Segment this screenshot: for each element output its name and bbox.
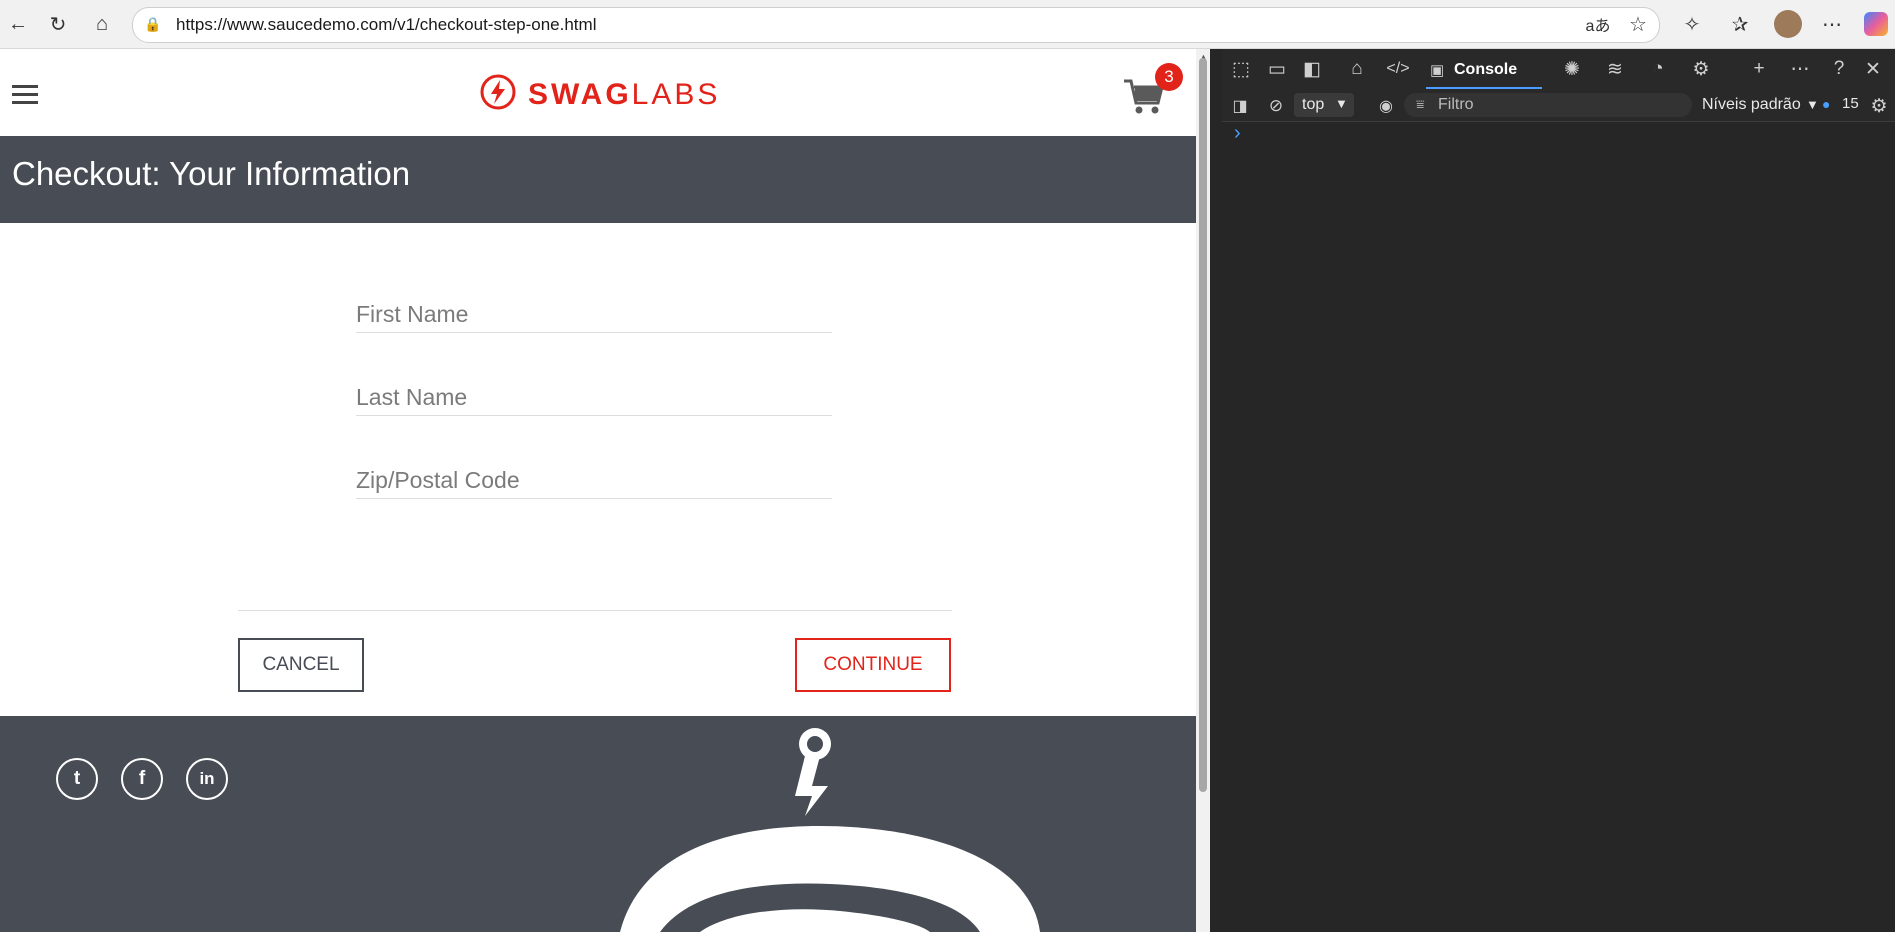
- form-divider: [238, 610, 952, 611]
- home-icon[interactable]: ⌂: [88, 10, 116, 38]
- linkedin-icon[interactable]: in: [186, 758, 228, 800]
- console-tab-label: Console: [1454, 61, 1518, 78]
- continue-button[interactable]: CONTINUE: [795, 638, 951, 692]
- twitter-icon[interactable]: t: [56, 758, 98, 800]
- first-name-field[interactable]: [356, 296, 832, 333]
- web-page: SWAGLABS 3 Checkout: Your Information CA…: [0, 49, 1196, 932]
- welcome-icon[interactable]: ⌂: [1342, 54, 1372, 84]
- page-title: Checkout: Your Information: [12, 155, 411, 192]
- context-selector[interactable]: top ▼: [1294, 93, 1354, 117]
- performance-icon[interactable]: ◔: [1643, 54, 1673, 84]
- swag-labs-logo: [480, 74, 516, 115]
- translate-icon[interactable]: aあ: [1584, 10, 1612, 38]
- profile-avatar[interactable]: [1774, 10, 1802, 38]
- sidebar-toggle-icon[interactable]: ◨: [1225, 91, 1255, 121]
- favorites-icon[interactable]: ✰: [1726, 10, 1754, 38]
- context-value: top: [1302, 96, 1325, 113]
- dock-icon[interactable]: ◧: [1297, 54, 1327, 84]
- inspect-icon[interactable]: ⬚: [1226, 54, 1256, 84]
- more-icon[interactable]: ⋯: [1818, 10, 1846, 38]
- help-icon[interactable]: ?: [1824, 54, 1854, 84]
- log-levels-dropdown[interactable]: Níveis padrão ▼: [1692, 93, 1822, 117]
- clear-console-icon[interactable]: ⊘: [1261, 91, 1291, 121]
- more-tools-icon[interactable]: ⋯: [1785, 54, 1815, 84]
- cart-badge: 3: [1155, 63, 1183, 91]
- issues-count: 15: [1842, 95, 1859, 112]
- console-settings-icon[interactable]: ⚙: [1864, 91, 1894, 121]
- menu-icon[interactable]: [12, 83, 38, 110]
- live-expression-eye-icon[interactable]: ◉: [1371, 91, 1401, 121]
- console-prompt[interactable]: ›: [1234, 122, 1241, 145]
- last-name-field[interactable]: [356, 379, 832, 416]
- tab-console[interactable]: ▣ Console: [1426, 53, 1542, 89]
- network-icon[interactable]: ≋: [1600, 54, 1630, 84]
- reload-icon[interactable]: ↻: [44, 10, 72, 38]
- filter-placeholder: Filtro: [1438, 96, 1474, 113]
- chevron-down-icon: ▼: [1806, 97, 1819, 112]
- facebook-icon[interactable]: f: [121, 758, 163, 800]
- primary-header: SWAGLABS 3: [0, 49, 1196, 136]
- settings-gear-icon[interactable]: ⚙: [1686, 54, 1716, 84]
- url-text: https://www.saucedemo.com/v1/checkout-st…: [176, 15, 597, 34]
- copilot-icon[interactable]: [1864, 12, 1888, 36]
- postal-code-field[interactable]: [356, 462, 832, 499]
- filter-icon: ⩸: [1416, 96, 1425, 112]
- add-tool-icon[interactable]: +: [1744, 54, 1774, 84]
- favorite-star-icon[interactable]: ☆: [1624, 10, 1652, 38]
- devtools-panel: [1222, 49, 1895, 932]
- extensions-icon[interactable]: ✧: [1678, 10, 1706, 38]
- lock-icon[interactable]: 🔒: [144, 16, 161, 32]
- log-levels-label: Níveis padrão: [1702, 96, 1801, 113]
- chevron-down-icon: ▼: [1335, 96, 1348, 111]
- footer: [0, 716, 1196, 932]
- close-devtools-icon[interactable]: ✕: [1858, 54, 1888, 84]
- cancel-button[interactable]: CANCEL: [238, 638, 364, 692]
- scrollbar-thumb[interactable]: [1199, 58, 1207, 792]
- devtools-divider[interactable]: [1210, 49, 1222, 932]
- issues-icon[interactable]: ●: [1822, 96, 1830, 112]
- device-toolbar-icon[interactable]: ▭: [1262, 54, 1292, 84]
- devtools-toolbar: ⬚ ▭ ◧ ⌂ </> ▣ Console ✺ ≋ ◔ ⚙ + ⋯ ? ✕: [1222, 49, 1895, 91]
- back-icon[interactable]: ←: [4, 10, 32, 38]
- logo-text: SWAGLABS: [528, 78, 721, 111]
- sources-bug-icon[interactable]: ✺: [1557, 54, 1587, 84]
- browser-toolbar: ← ↻ ⌂ 🔒 https://www.saucedemo.com/v1/che…: [0, 0, 1895, 49]
- console-filter-input[interactable]: ⩸ Filtro: [1404, 93, 1692, 117]
- console-toolbar: ◨ ⊘ top ▼ ◉ ⩸ Filtro Níveis padrão ▼ ● 1…: [1222, 90, 1895, 122]
- console-icon: ▣: [1430, 62, 1445, 79]
- robot-mascot-image: [620, 728, 1040, 932]
- elements-icon[interactable]: </>: [1383, 54, 1413, 84]
